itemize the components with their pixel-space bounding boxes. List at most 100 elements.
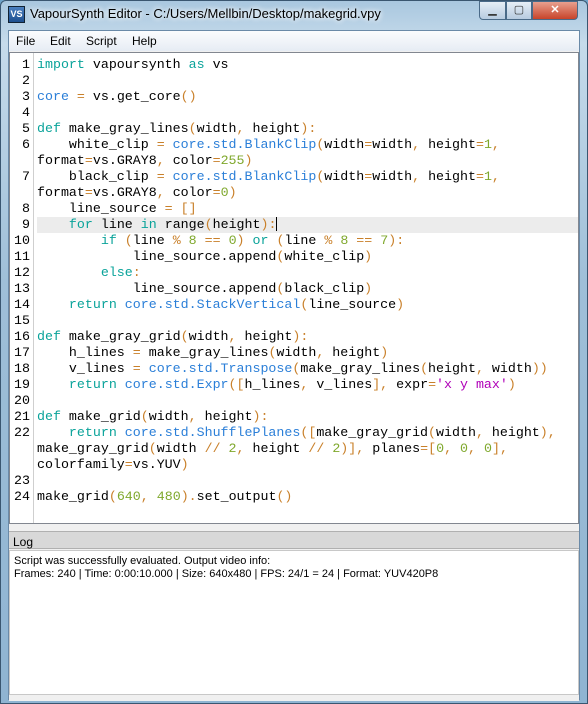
line-number: 15 <box>14 313 30 328</box>
close-button[interactable]: ✕ <box>532 1 578 20</box>
code-token: () <box>180 89 197 104</box>
code-line[interactable]: 8 line_source = [] <box>10 201 578 217</box>
code-token: , <box>236 441 253 456</box>
code-token: )) <box>531 361 548 376</box>
code-token: color <box>172 153 213 168</box>
code-token: make_gray_grid <box>60 329 181 344</box>
menu-help[interactable]: Help <box>132 34 157 48</box>
code-line[interactable]: 12 else: <box>10 265 578 281</box>
code-line[interactable]: 21 def make_grid(width, height): <box>10 409 578 425</box>
code-token: == <box>196 233 229 248</box>
code-line[interactable]: make_gray_grid(width // 2, height // 2)]… <box>10 441 578 457</box>
code-token: planes <box>372 441 421 456</box>
code-text: for line in range(height): <box>37 217 578 233</box>
code-line[interactable]: 13 line_source.append(black_clip) <box>10 281 578 297</box>
maximize-button[interactable]: ▢ <box>506 1 532 20</box>
window-title: VapourSynth Editor - C:/Users/Mellbin/De… <box>30 6 381 21</box>
code-text: return core.std.ShufflePlanes([make_gray… <box>37 425 578 441</box>
code-token: ) <box>380 345 389 360</box>
code-text: core = vs.get_core() <box>37 89 578 105</box>
code-token: height <box>332 345 381 360</box>
code-token: 'x y max' <box>436 377 508 392</box>
code-token: height <box>252 121 301 136</box>
minimize-button[interactable]: ▁ <box>479 1 506 20</box>
title-bar[interactable]: VS VapourSynth Editor - C:/Users/Mellbin… <box>0 0 588 30</box>
code-token: make_gray_grid <box>316 425 429 440</box>
code-line[interactable]: 10 if (line % 8 == 0) or (line % 8 == 7)… <box>10 233 578 249</box>
code-token: , <box>228 329 245 344</box>
code-token: h_lines <box>244 377 301 392</box>
code-line[interactable]: 1 import vapoursynth as vs <box>10 57 578 73</box>
code-token: if <box>100 233 117 248</box>
code-line[interactable]: 15 <box>10 313 578 329</box>
code-line[interactable]: 22 return core.std.ShufflePlanes([make_g… <box>10 425 578 441</box>
code-text: make_grid(640, 480).set_output() <box>37 489 578 505</box>
code-token: ). <box>180 489 197 504</box>
code-token: def <box>37 121 61 136</box>
code-token: , <box>156 153 173 168</box>
code-token: ( <box>428 425 437 440</box>
code-line[interactable]: 16 def make_gray_grid(width, height): <box>10 329 578 345</box>
code-token: vapoursynth <box>84 57 189 72</box>
code-token: line <box>284 233 325 248</box>
log-output[interactable]: Script was successfully evaluated. Outpu… <box>9 550 579 695</box>
code-line[interactable]: 14 return core.std.StackVertical(line_so… <box>10 297 578 313</box>
code-token: as <box>188 57 205 72</box>
code-token: vs.GRAY8 <box>92 153 157 168</box>
code-token: vs.GRAY8 <box>92 185 157 200</box>
code-token: ( <box>268 233 285 248</box>
code-token: vs <box>204 57 229 72</box>
code-line[interactable]: 24 make_grid(640, 480).set_output() <box>10 489 578 505</box>
menu-edit[interactable]: Edit <box>50 34 71 48</box>
code-token: ) <box>236 233 253 248</box>
code-token: = <box>475 137 484 152</box>
code-token: height <box>428 361 476 376</box>
code-token: ) <box>228 185 237 200</box>
text-caret <box>276 217 278 232</box>
code-token: height <box>244 329 293 344</box>
code-line[interactable]: 17 h_lines = make_gray_lines(width, heig… <box>10 345 578 361</box>
code-text: format=vs.GRAY8, color=0) <box>37 185 578 201</box>
code-token: make_gray_lines <box>300 361 421 376</box>
client-area: File Edit Script Help 1 import vapoursynt… <box>8 30 580 701</box>
line-number: 19 <box>14 377 30 392</box>
code-token: for <box>68 217 93 232</box>
code-token: v_lines <box>37 361 133 376</box>
code-token: ], <box>372 377 397 392</box>
code-line[interactable]: 5 def make_gray_lines(width, height): <box>10 121 578 137</box>
code-editor[interactable]: 1 import vapoursynth as vs 2 3 core = vs.ge… <box>9 52 579 524</box>
code-token: width <box>372 169 413 184</box>
code-token: line_source <box>308 297 397 312</box>
line-number: 7 <box>22 169 30 184</box>
code-token: height <box>491 425 540 440</box>
code-line[interactable]: 7 black_clip = core.std.BlankClip(width=… <box>10 169 578 185</box>
code-token: height <box>428 137 476 152</box>
code-line[interactable]: format=vs.GRAY8, color=255) <box>10 153 578 169</box>
code-line[interactable]: format=vs.GRAY8, color=0) <box>10 185 578 201</box>
code-line-current[interactable]: 9 for line in range(height): <box>10 217 578 233</box>
code-line[interactable]: 3 core = vs.get_core() <box>10 89 578 105</box>
code-line[interactable]: colorfamily=vs.YUV) <box>10 457 578 473</box>
code-token: ): <box>260 217 277 232</box>
code-line[interactable]: 11 line_source.append(white_clip) <box>10 249 578 265</box>
code-line[interactable]: 19 return core.std.Expr([h_lines, v_line… <box>10 377 578 393</box>
code-token: ([ <box>228 377 245 392</box>
code-line[interactable]: 2 <box>10 73 578 89</box>
menu-script[interactable]: Script <box>86 34 117 48</box>
line-number: 5 <box>22 121 30 136</box>
code-line[interactable]: 18 v_lines = core.std.Transpose (make_gra… <box>10 361 578 377</box>
code-line[interactable]: 23 <box>10 473 578 489</box>
code-line[interactable]: 20 <box>10 393 578 409</box>
code-token: , <box>412 137 429 152</box>
code-token: 1 <box>483 137 492 152</box>
code-line[interactable]: 4 <box>10 105 578 121</box>
code-token: core.std.Transpose <box>148 361 293 376</box>
code-token: = <box>84 153 93 168</box>
code-line[interactable]: 6 white_clip = core.std.BlankClip(width=… <box>10 137 578 153</box>
code-token: set_output <box>196 489 277 504</box>
code-token: line <box>132 233 173 248</box>
menu-file[interactable]: File <box>16 34 35 48</box>
line-number: 11 <box>14 249 30 264</box>
